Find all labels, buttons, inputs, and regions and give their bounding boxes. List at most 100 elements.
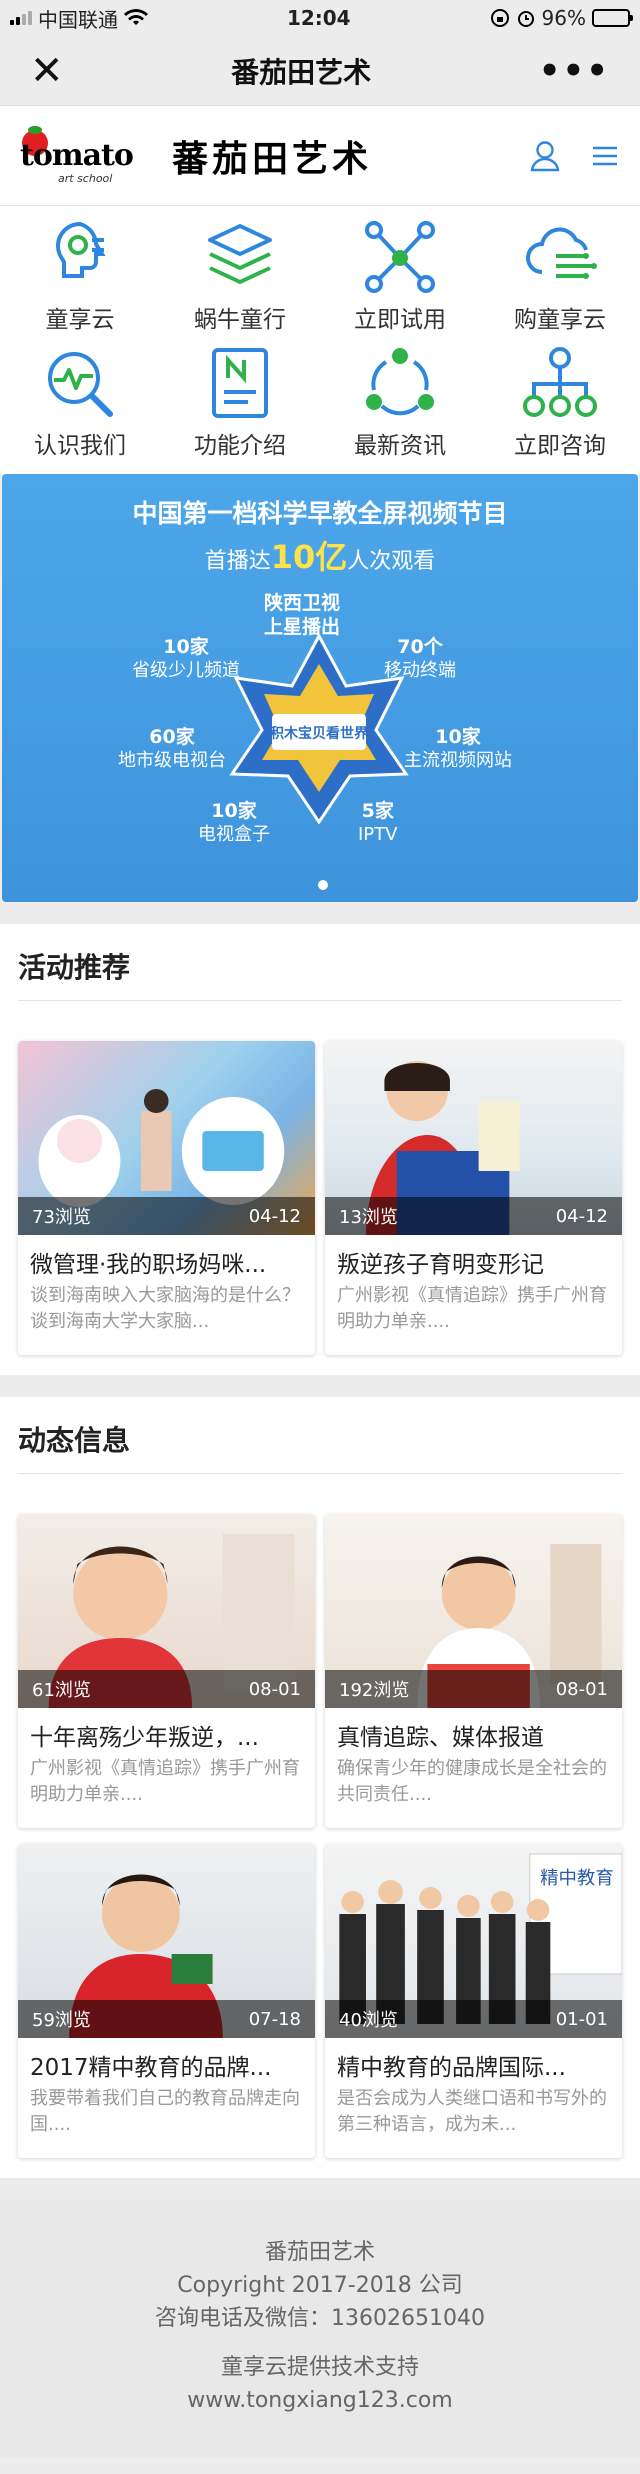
- carrier-label: 中国联通: [38, 7, 118, 32]
- head-gear-icon: [55, 221, 106, 278]
- card-title: 微管理·我的职场妈咪...: [30, 1252, 267, 1278]
- banner-stat: 60家 地市级电视台: [118, 726, 226, 771]
- card-meta: 73浏览 04-12: [18, 1197, 315, 1235]
- card-meta: 59浏览 07-18: [18, 2000, 315, 2038]
- hierarchy-icon: [523, 347, 597, 417]
- lock-rotation-icon: [490, 9, 509, 27]
- grid-label: 购童享云: [514, 307, 606, 333]
- card-description: 谈到海南映入大家脑海的是什么？谈到海南大学大家脑...: [30, 1285, 300, 1333]
- magnifier-pulse-icon: [48, 352, 113, 417]
- more-options-icon[interactable]: •••: [539, 51, 610, 91]
- card-title: 真情追踪、媒体报道: [337, 1725, 544, 1751]
- tomato-logo: tomato art school: [18, 125, 158, 186]
- card-meta: 61浏览 08-01: [18, 1670, 315, 1708]
- footer-copyright: Copyright 2017-2018 公司: [177, 2273, 463, 2298]
- card-meta: 40浏览 01-01: [325, 2000, 622, 2038]
- grid-label: 认识我们: [34, 433, 126, 459]
- card-description: 广州影视《真情追踪》携手广州育明助力单亲....: [30, 1758, 300, 1806]
- news-card[interactable]: 61浏览 08-01 十年离殇少年叛逆，... 广州影视《真情追踪》携手广州育明助…: [18, 1514, 315, 1828]
- triangle-nodes-icon: [366, 348, 434, 416]
- feature-grid: 童享云 蜗牛童行 立即试用 购童享云 认识我们 功能介绍 最新资讯 立即咨询: [0, 206, 640, 474]
- grid-item-woniu[interactable]: 蜗牛童行: [160, 218, 320, 334]
- footer-contact[interactable]: 咨询电话及微信：13602651040: [0, 2302, 640, 2335]
- battery-icon: [592, 9, 633, 27]
- cloud-icon: [526, 227, 597, 279]
- activity-card[interactable]: 73浏览 04-12 微管理·我的职场妈咪... 谈到海南映入大家脑海的是什么？谈…: [18, 1041, 315, 1355]
- logo-chinese-text: 蕃茄田艺术: [172, 137, 373, 180]
- banner-stat: 10家 省级少儿频道: [132, 636, 240, 681]
- document-icon: [212, 348, 268, 418]
- banner-stat: 10家 电视盒子: [198, 800, 270, 845]
- site-header: tomato art school 蕃茄田艺术: [0, 106, 640, 206]
- layers-icon: [208, 224, 272, 284]
- menu-icon[interactable]: [590, 144, 620, 168]
- grid-item-tongxiangyun[interactable]: 童享云: [0, 218, 160, 334]
- card-image: 192浏览 08-01: [325, 1514, 622, 1708]
- banner-center-label: 积木宝贝看世界: [270, 725, 369, 742]
- card-image: 13浏览 04-12: [325, 1041, 622, 1235]
- page-title: 番茄田艺术: [231, 55, 372, 89]
- banner-stat: 10家 主流视频网站: [404, 726, 512, 771]
- grid-item-buy[interactable]: 购童享云: [480, 218, 640, 334]
- news-card[interactable]: 192浏览 08-01 真情追踪、媒体报道 确保青少年的健康成长是全社会的共同责任…: [325, 1514, 622, 1828]
- card-meta: 192浏览 08-01: [325, 1670, 622, 1708]
- banner-stat: 陕西卫视 上星播出: [264, 592, 341, 638]
- grid-item-news[interactable]: 最新资讯: [320, 344, 480, 460]
- card-image: 61浏览 08-01: [18, 1514, 315, 1708]
- card-meta: 13浏览 04-12: [325, 1197, 622, 1235]
- card-title: 2017精中教育的品牌...: [30, 2055, 272, 2081]
- activity-card[interactable]: 13浏览 04-12 叛逆孩子育明变形记 广州影视《真情追踪》携手广州育明助力单亲…: [325, 1041, 622, 1355]
- banner-stat: 5家 IPTV: [358, 800, 398, 845]
- news-card[interactable]: 精中教育 40浏览 01-01 精中教育的品牌国际... 是否会成为人类继口语和书…: [325, 1844, 622, 2158]
- carousel-dot[interactable]: [318, 880, 328, 890]
- logo-subtext: art school: [58, 171, 113, 185]
- card-description: 确保青少年的健康成长是全社会的共同责任....: [337, 1758, 607, 1806]
- banner-title: 中国第一档科学早教全屏视频节目: [132, 499, 508, 528]
- card-title: 十年离殇少年叛逆，...: [30, 1725, 259, 1751]
- grid-label: 最新资讯: [354, 433, 446, 459]
- card-description: 我要带着我们自己的教育品牌走向国....: [30, 2088, 300, 2136]
- footer: 番茄田艺术 Copyright 2017-2018 公司 咨询电话及微信：136…: [0, 2200, 640, 2457]
- footer-website-link[interactable]: www.tongxiang123.com: [0, 2384, 640, 2417]
- grid-label: 功能介绍: [194, 433, 286, 459]
- close-icon[interactable]: ✕: [30, 51, 64, 91]
- clock: 12:04: [286, 6, 351, 30]
- news-card[interactable]: 59浏览 07-18 2017精中教育的品牌... 我要带着我们自己的教育品牌走向…: [18, 1844, 315, 2158]
- banner-subtitle: 首播达10亿人次观看: [204, 538, 436, 576]
- nav-bar: ✕ 番茄田艺术 •••: [0, 36, 640, 106]
- logo-text: tomato: [20, 137, 134, 173]
- footer-company-name: 番茄田艺术: [264, 2240, 375, 2265]
- card-description: 广州影视《真情追踪》携手广州育明助力单亲....: [337, 1285, 607, 1333]
- grid-item-features[interactable]: 功能介绍: [160, 344, 320, 460]
- card-image: 73浏览 04-12: [18, 1041, 315, 1235]
- footer-support: 童享云提供技术支持: [220, 2355, 419, 2380]
- promo-banner[interactable]: 中国第一档科学早教全屏视频节目 首播达10亿人次观看 积木宝贝看世界 陕西卫视上…: [2, 474, 638, 902]
- section-title: 活动推荐: [18, 924, 622, 1001]
- grid-label: 童享云: [45, 307, 115, 333]
- status-bar: 中国联通 12:04 96%: [0, 0, 640, 36]
- user-icon[interactable]: [530, 140, 560, 172]
- activity-section: 活动推荐 73浏览 04-12 微管理·我的职场妈咪... 谈到海南映入大家脑海的…: [0, 924, 640, 1375]
- banner-highlight: 10亿: [270, 538, 348, 576]
- section-title: 动态信息: [18, 1397, 622, 1474]
- battery-percent: 96%: [541, 6, 586, 30]
- alarm-icon: [517, 11, 534, 27]
- grid-label: 立即试用: [354, 307, 446, 333]
- network-icon: [365, 221, 435, 293]
- grid-label: 蜗牛童行: [194, 307, 286, 333]
- card-title: 精中教育的品牌国际...: [337, 2055, 566, 2081]
- grid-item-about[interactable]: 认识我们: [0, 344, 160, 460]
- grid-item-trial[interactable]: 立即试用: [320, 218, 480, 334]
- logo[interactable]: tomato art school 蕃茄田艺术: [18, 125, 373, 186]
- svg-text:精中教育: 精中教育: [540, 1868, 614, 1889]
- grid-item-consult[interactable]: 立即咨询: [480, 344, 640, 460]
- leaf-icon: [28, 125, 42, 134]
- banner-stat: 70个 移动终端: [384, 636, 456, 681]
- news-section: 动态信息 61浏览 08-01 十年离殇少年叛逆，... 广州影视《真情追踪》携手…: [0, 1397, 640, 2178]
- wifi-icon: [124, 9, 148, 25]
- card-title: 叛逆孩子育明变形记: [337, 1252, 544, 1278]
- card-image: 59浏览 07-18: [18, 1844, 315, 2038]
- card-image: 精中教育 40浏览 01-01: [325, 1844, 622, 2038]
- card-description: 是否会成为人类继口语和书写外的第三种语言，成为未...: [337, 2088, 607, 2136]
- signal-icon: [10, 11, 32, 25]
